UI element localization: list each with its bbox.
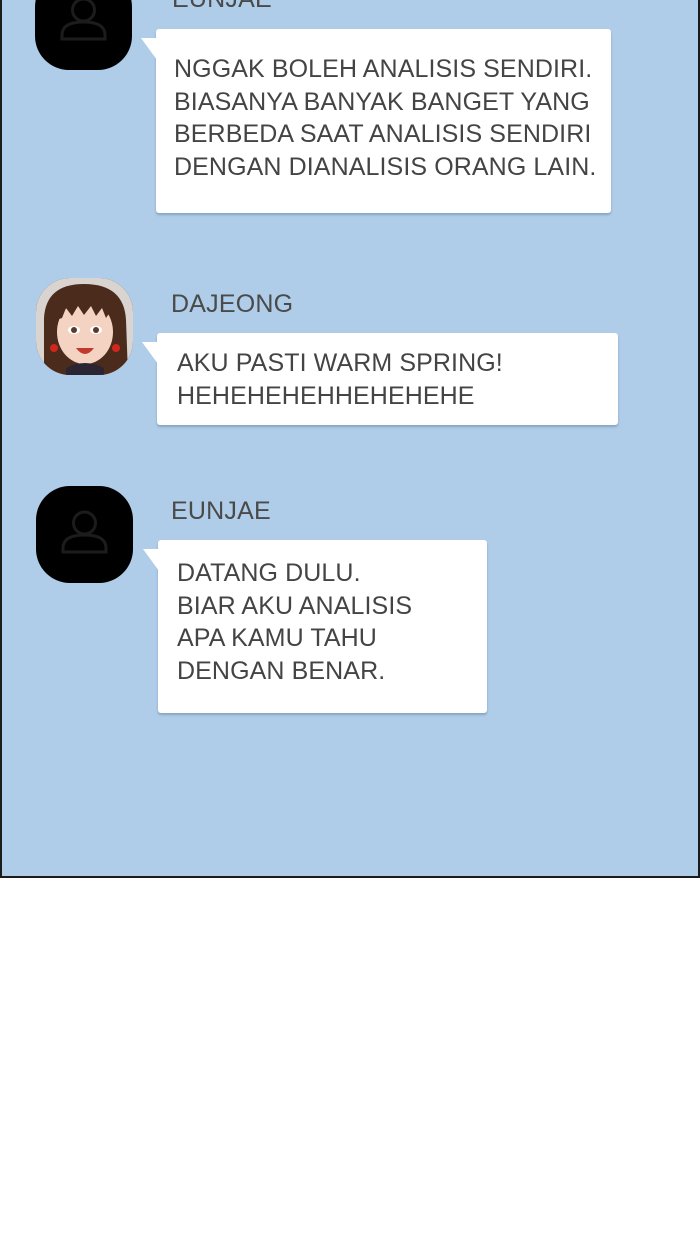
chat-panel: EUNJAE NGGAK BOLEH ANALISIS SENDIRI. BIA…	[0, 0, 700, 878]
avatar-dajeong[interactable]	[36, 278, 133, 375]
message-line: AKU PASTI WARM SPRING!	[177, 349, 503, 377]
default-user-icon	[60, 0, 107, 41]
default-user-icon	[61, 510, 108, 554]
message-line: APA KAMU TAHU	[177, 624, 377, 652]
message-line: HEHEHEHEHHEHEHEHE	[177, 381, 475, 410]
message-line: DENGAN DIANALISIS ORANG LAIN.	[174, 152, 597, 181]
sender-name: EUNJAE	[172, 0, 272, 14]
message-line: DENGAN BENAR.	[177, 656, 386, 685]
message-line: NGGAK BOLEH ANALISIS SENDIRI.	[174, 55, 593, 83]
avatar-eunjae[interactable]	[35, 0, 132, 70]
message-bubble: AKU PASTI WARM SPRING! HEHEHEHEHHEHEHEHE	[142, 333, 618, 425]
message-bubble: NGGAK BOLEH ANALISIS SENDIRI. BIASANYA B…	[141, 29, 611, 213]
message-line: BIAR AKU ANALISIS	[177, 591, 413, 620]
sender-name: EUNJAE	[171, 497, 271, 525]
message-bubble: DATANG DULU. BIAR AKU ANALISIS APA KAMU …	[143, 540, 487, 713]
sender-name: DAJEONG	[171, 290, 294, 318]
message-line: BERBEDA SAAT ANALISIS SENDIRI	[174, 120, 592, 148]
dajeong-portrait	[36, 278, 133, 375]
message-line: BIASANYA BANYAK BANGET YANG	[174, 87, 590, 116]
message-line: DATANG DULU.	[177, 559, 361, 587]
avatar-eunjae[interactable]	[36, 486, 133, 583]
